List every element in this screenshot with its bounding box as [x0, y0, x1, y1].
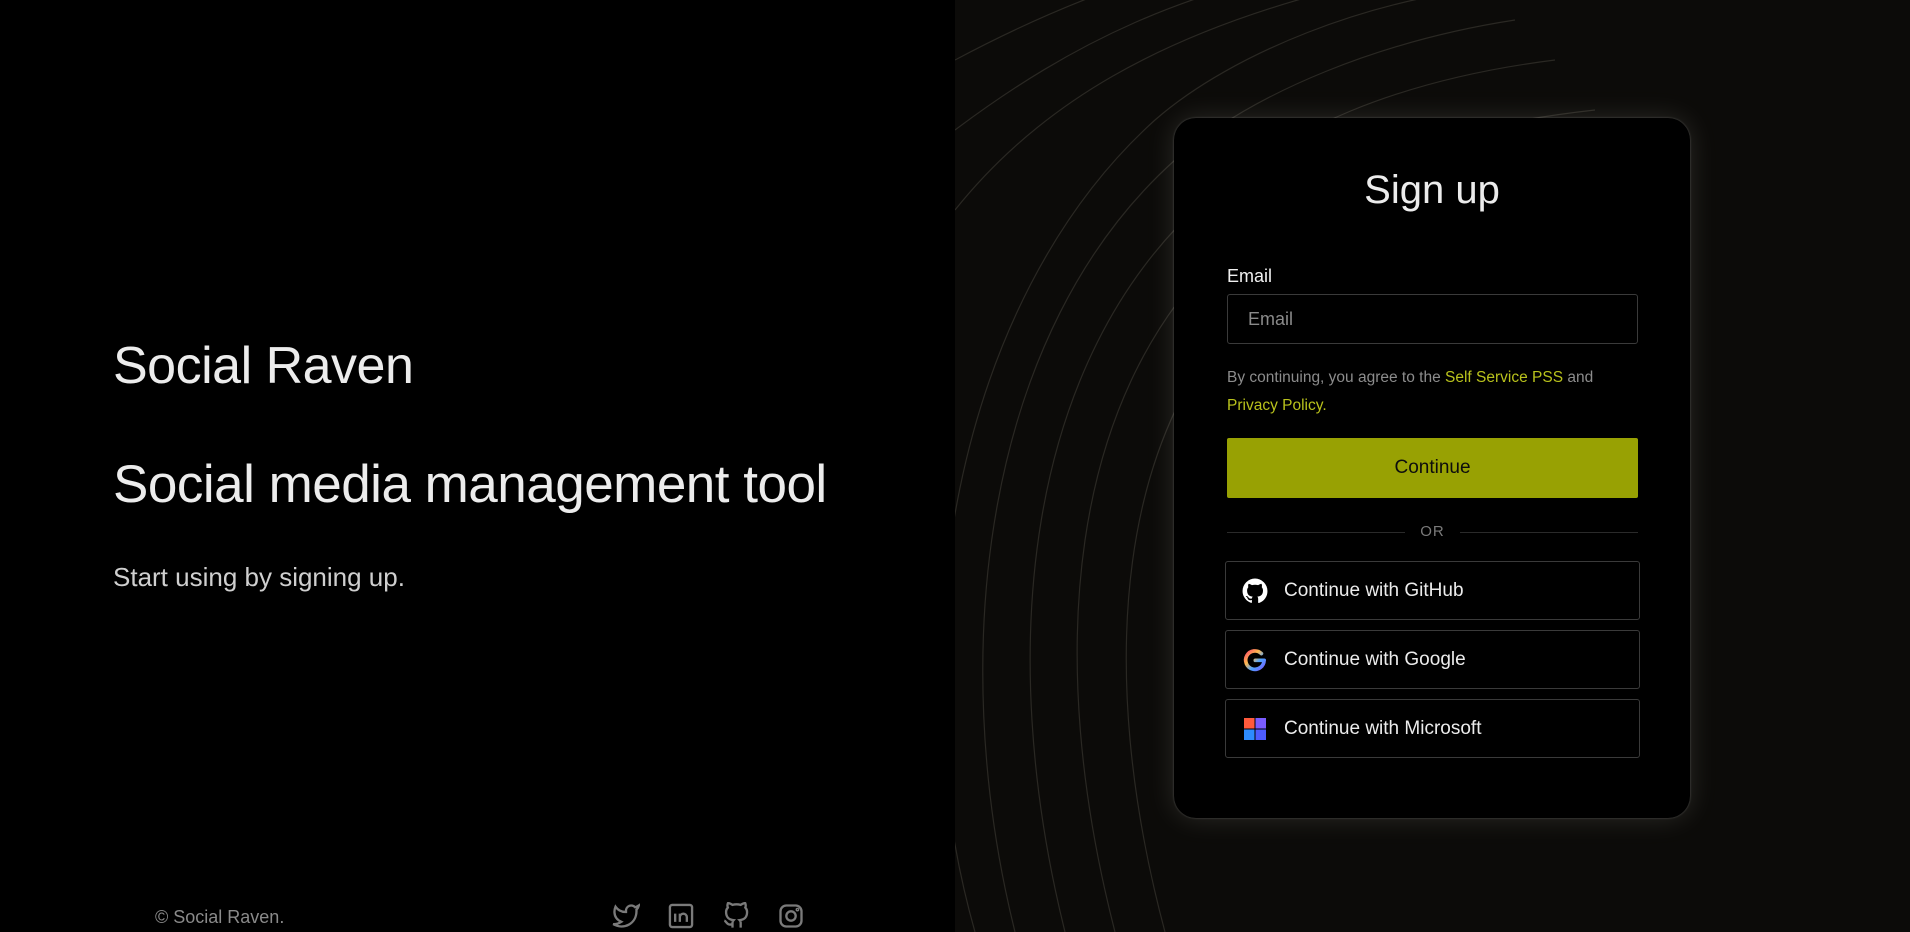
microsoft-icon [1241, 715, 1269, 743]
continue-with-microsoft-button[interactable]: Continue with Microsoft [1225, 699, 1640, 758]
twitter-icon[interactable] [610, 900, 642, 932]
privacy-policy-link[interactable]: Privacy Policy. [1227, 397, 1327, 414]
terms-prefix: By continuing, you agree to the [1227, 369, 1446, 386]
email-label: Email [1227, 266, 1273, 286]
linkedin-icon[interactable] [665, 900, 697, 932]
footer-copyright: © Social Raven. [155, 907, 285, 927]
terms-link[interactable]: Self Service PSS [1445, 369, 1563, 386]
or-divider: OR [1227, 522, 1638, 542]
brand-title: Social Raven [113, 337, 414, 395]
github-button-label: Continue with GitHub [1284, 579, 1464, 601]
instagram-icon[interactable] [775, 900, 807, 932]
brand-tagline: Social media management tool [113, 455, 827, 514]
social-links [610, 900, 807, 932]
divider-line-right [1460, 532, 1638, 533]
continue-button[interactable]: Continue [1227, 438, 1638, 498]
continue-with-github-button[interactable]: Continue with GitHub [1225, 561, 1640, 620]
email-input[interactable] [1227, 294, 1638, 344]
github-icon[interactable] [720, 900, 752, 932]
signup-card: Sign up Email By continuing, you agree t… [1174, 118, 1690, 818]
brand-panel: Social Raven Social media management too… [0, 0, 955, 932]
brand-subtext: Start using by signing up. [113, 562, 405, 592]
github-icon [1241, 577, 1269, 605]
continue-with-google-button[interactable]: Continue with Google [1225, 630, 1640, 689]
microsoft-button-label: Continue with Microsoft [1284, 717, 1482, 739]
terms-middle: and [1563, 369, 1594, 386]
terms-text: By continuing, you agree to the Self Ser… [1227, 364, 1642, 420]
signup-title: Sign up [1364, 168, 1500, 212]
google-button-label: Continue with Google [1284, 648, 1466, 670]
google-icon [1241, 646, 1269, 674]
